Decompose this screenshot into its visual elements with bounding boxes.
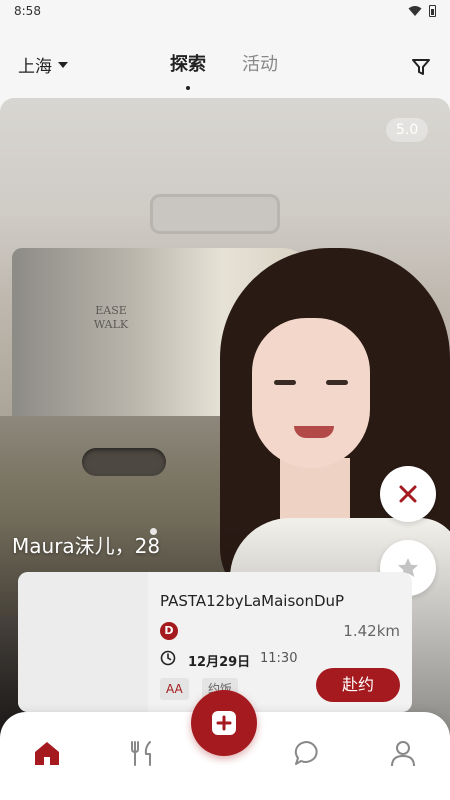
rating-badge: 5.0 [386,118,429,142]
battery-icon [429,5,436,17]
add-icon [212,711,236,735]
clock-icon [160,650,176,666]
join-button[interactable]: 赴约 [316,668,400,702]
filter-icon[interactable] [410,56,432,78]
bottom-nav [0,690,450,800]
profile-card[interactable]: EASEWALK 5.0 Maura沫儿，28 [0,98,450,748]
tab-explore[interactable]: 探索 [170,50,206,76]
event-time: 11:30 [260,651,298,666]
nav-chat[interactable] [290,736,324,770]
photo-indicator-dot [150,528,157,535]
distance-label: 1.42km [343,622,400,640]
top-header: 上海 探索 活动 [0,38,450,90]
nav-profile[interactable] [386,736,420,770]
close-icon [399,485,417,503]
pass-button[interactable] [380,466,436,522]
tab-events[interactable]: 活动 [242,50,278,76]
dining-badge: D [160,622,178,640]
profile-name-age: Maura沫儿，28 [12,534,161,558]
app-screen: 8:58 上海 探索 活动 EASEWALK [0,0,450,800]
status-icons [408,5,436,17]
event-date: 12月29日 [188,655,251,670]
city-selector[interactable]: 上海 [18,52,68,77]
caret-down-icon [58,61,68,68]
city-label: 上海 [18,57,52,77]
tag-payment: AA [160,678,189,700]
home-icon [35,742,59,765]
nav-home[interactable] [30,736,64,770]
dining-icon [131,741,151,766]
wifi-icon [408,6,422,16]
chat-icon [294,740,318,765]
venue-name: PASTA12byLaMaisonDuP [160,592,345,610]
status-bar: 8:58 [0,0,450,22]
event-thumbnail [18,572,148,712]
status-time: 8:58 [14,4,41,18]
add-button[interactable] [191,690,257,756]
active-tab-indicator [186,86,190,90]
profile-icon [391,741,415,767]
nav-dining[interactable] [126,736,160,770]
